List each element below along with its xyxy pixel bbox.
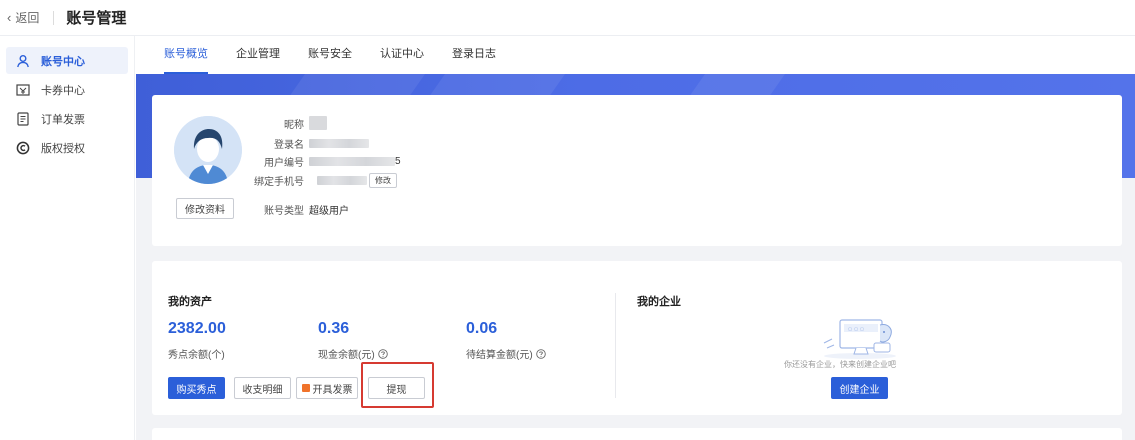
avatar xyxy=(174,116,242,184)
svg-text:○ ○ ○: ○ ○ ○ xyxy=(848,327,864,333)
tab-account-security[interactable]: 账号安全 xyxy=(308,36,352,74)
section-divider xyxy=(615,293,616,398)
issue-invoice-button[interactable]: 开具发票 xyxy=(296,377,358,399)
header-divider xyxy=(53,10,55,25)
page-title: 账号管理 xyxy=(66,10,127,27)
invoice-list-icon xyxy=(15,111,31,127)
sidebar-item-coupon-center[interactable]: 卡券中心 xyxy=(6,76,128,103)
user-id-row: 用户编号 5 xyxy=(238,154,401,169)
points-balance-label-text: 秀点余额(个) xyxy=(168,350,225,361)
empty-enterprise-illustration: ○ ○ ○ xyxy=(818,315,900,359)
assets-card: 我的资产 2382.00 秀点余额(个) 0.36 现金余额(元) 0.06 待… xyxy=(152,261,1122,415)
sidebar-item-label: 账号中心 xyxy=(41,55,85,68)
tab-login-log[interactable]: 登录日志 xyxy=(452,36,496,74)
tab-account-overview[interactable]: 账号概览 xyxy=(164,36,208,74)
pending-amount-label-text: 待结算金额(元) xyxy=(466,350,533,361)
cash-balance-amount: 0.36 xyxy=(318,320,350,337)
top-bar: ‹ 返回 账号管理 xyxy=(0,0,1135,36)
sidebar-item-label: 版权授权 xyxy=(41,142,85,155)
buy-points-button[interactable]: 购买秀点 xyxy=(168,377,225,399)
help-icon[interactable] xyxy=(535,348,546,359)
user-icon xyxy=(15,53,31,69)
user-id-suffix: 5 xyxy=(395,155,401,167)
sidebar-item-copyright[interactable]: 版权授权 xyxy=(6,134,128,161)
sidebar-item-label: 订单发票 xyxy=(41,113,85,126)
coupon-icon xyxy=(15,82,31,98)
phone-label: 绑定手机号 xyxy=(254,176,304,188)
phone-value xyxy=(317,175,367,185)
sidebar: 账号中心 卡券中心 订单发票 版权授权 xyxy=(0,36,135,440)
login-name-value xyxy=(309,138,369,148)
sidebar-item-order-invoice[interactable]: 订单发票 xyxy=(6,105,128,132)
account-type-label: 账号类型 xyxy=(264,205,304,217)
sidebar-item-label: 卡券中心 xyxy=(41,84,85,97)
back-label: 返回 xyxy=(15,11,40,25)
cash-balance-label: 现金余额(元) xyxy=(318,346,388,361)
modify-phone-button[interactable]: 修改 xyxy=(369,172,397,188)
invoice-icon xyxy=(301,384,310,392)
profile-card: 修改资料 昵称 登录名 用户编号 5 绑定手机号 修改 账号类型 超级用户 xyxy=(152,95,1122,246)
help-icon[interactable] xyxy=(377,348,388,359)
issue-invoice-label: 开具发票 xyxy=(312,384,353,396)
next-section-card xyxy=(152,428,1122,440)
user-id-value xyxy=(309,156,395,166)
back-button[interactable]: ‹ 返回 xyxy=(7,9,39,26)
empty-enterprise-text: 你还没有企业，快来创建企业吧 xyxy=(784,360,896,369)
sidebar-item-account-center[interactable]: 账号中心 xyxy=(6,47,128,74)
tab-bar: 账号概览 企业管理 账号安全 认证中心 登录日志 xyxy=(136,36,1135,74)
chevron-left-icon: ‹ xyxy=(7,10,12,25)
points-balance-label: 秀点余额(个) xyxy=(168,346,225,361)
nickname-row: 昵称 xyxy=(238,116,327,131)
account-type-value: 超级用户 xyxy=(309,205,349,217)
login-name-label: 登录名 xyxy=(274,139,304,151)
user-id-label: 用户编号 xyxy=(264,157,304,169)
login-name-row: 登录名 xyxy=(238,136,369,151)
my-assets-title: 我的资产 xyxy=(168,296,212,308)
phone-row: 绑定手机号 修改 xyxy=(238,172,397,188)
tab-enterprise-management[interactable]: 企业管理 xyxy=(236,36,280,74)
nickname-label: 昵称 xyxy=(284,119,304,131)
my-enterprise-title: 我的企业 xyxy=(637,296,681,308)
pending-amount: 0.06 xyxy=(466,320,498,337)
transaction-details-button[interactable]: 收支明细 xyxy=(234,377,291,399)
cash-balance-label-text: 现金余额(元) xyxy=(318,350,375,361)
create-enterprise-button[interactable]: 创建企业 xyxy=(831,377,888,399)
pending-amount-label: 待结算金额(元) xyxy=(466,346,546,361)
nickname-value xyxy=(309,116,327,130)
points-balance-amount: 2382.00 xyxy=(168,320,226,337)
withdraw-button[interactable]: 提现 xyxy=(368,377,425,399)
account-type-row: 账号类型 超级用户 xyxy=(238,202,349,217)
edit-profile-button[interactable]: 修改资料 xyxy=(176,198,234,219)
tab-certification-center[interactable]: 认证中心 xyxy=(380,36,424,74)
copyright-icon xyxy=(15,140,31,156)
main-content: 账号概览 企业管理 账号安全 认证中心 登录日志 修改资料 昵称 登录名 用户编… xyxy=(136,36,1135,440)
